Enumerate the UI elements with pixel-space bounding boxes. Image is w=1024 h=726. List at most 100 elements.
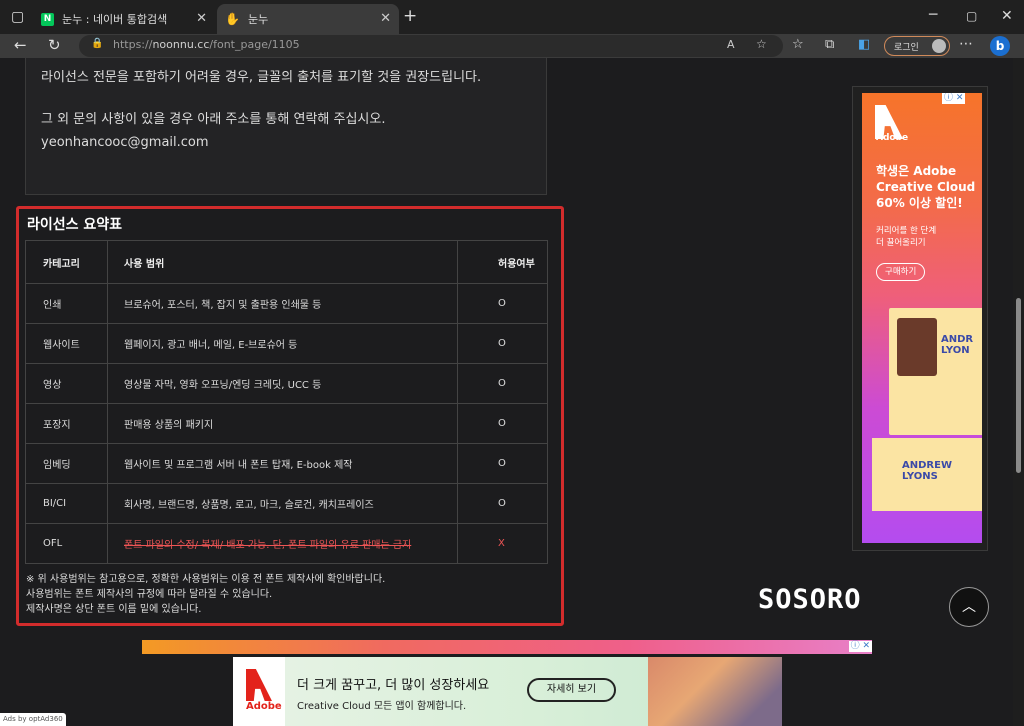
portrait-image — [897, 318, 937, 376]
row-allowed: O — [457, 443, 548, 484]
ad-brand: Adobe — [876, 133, 909, 143]
noonnu-favicon-icon: ✋ — [225, 12, 240, 26]
note-line: 제작사명은 상단 폰트 이름 밑에 있습니다. — [26, 604, 202, 615]
tab-title: 눈누 : 네이버 통합검색 — [62, 13, 168, 26]
row-scope: 회사명, 브랜드명, 상품명, 로고, 마크, 슬로건, 캐치프레이즈 — [107, 483, 458, 524]
row-category: 영상 — [25, 363, 108, 404]
ad-choices-icon[interactable]: ⓘ ✕ — [848, 641, 872, 652]
scroll-to-top-button[interactable]: ︿ — [949, 587, 989, 627]
table-row: 인쇄 브로슈어, 포스터, 책, 잡지 및 출판용 인쇄물 등 O — [25, 283, 548, 324]
row-scope-cell: 폰트 파일의 수정/ 복제/ 배포 가능. 단, 폰트 파일의 유료 판매는 금… — [107, 523, 458, 564]
ad-sub-line: 더 끌어올리기 — [876, 238, 926, 248]
favorite-icon[interactable]: ☆ — [756, 37, 767, 51]
row-allowed: O — [457, 283, 548, 324]
navigation-toolbar: ← ↻ 🔒 https://noonnu.cc/font_page/1105 A… — [0, 34, 1024, 58]
copilot-icon[interactable]: b — [990, 36, 1010, 56]
scrollbar-thumb[interactable] — [1016, 298, 1021, 473]
ad-brand: Adobe — [246, 701, 282, 712]
row-scope: 판매용 상품의 패키지 — [107, 403, 458, 444]
tab-naver[interactable]: N 눈누 : 네이버 통합검색 ✕ — [33, 4, 215, 34]
tab-bar: ▢ N 눈누 : 네이버 통합검색 ✕ ✋ 눈누 ✕ + ─ ▢ ✕ — [0, 0, 1024, 34]
ad-banner-strip[interactable]: ⓘ ✕ — [142, 640, 872, 654]
bottom-ad[interactable]: Adobe 더 크게 꿈꾸고, 더 많이 성장하세요 Creative Clou… — [233, 657, 782, 726]
ad-photo — [648, 657, 782, 726]
license-table: 카테고리 사용 범위 허용여부 인쇄 브로슈어, 포스터, 책, 잡지 및 출판… — [25, 240, 548, 564]
row-scope: 웹사이트 및 프로그램 서버 내 폰트 탑재, E-book 제작 — [107, 443, 458, 484]
page-scrollbar[interactable] — [1013, 58, 1024, 726]
ad-headline-line: 학생은 Adobe — [876, 164, 957, 178]
new-tab-icon[interactable]: + — [403, 6, 417, 26]
tab-title: 눈누 — [247, 13, 269, 26]
resume-card-image-2: ANDREW LYONS — [872, 438, 982, 511]
tab-actions-icon[interactable]: ▢ — [11, 7, 24, 27]
ad-buy-button[interactable]: 구매하기 — [876, 263, 926, 281]
row-category: OFL — [25, 523, 108, 564]
table-row-ofl: OFL 폰트 파일의 수정/ 복제/ 배포 가능. 단, 폰트 파일의 유료 판… — [25, 523, 548, 564]
row-category: 인쇄 — [25, 283, 108, 324]
resume-name: ANDR LYON — [941, 334, 974, 356]
sosoro-logo: SOSORO — [758, 584, 862, 615]
row-category: BI/CI — [25, 483, 108, 524]
extension-icon[interactable]: ◧ — [858, 35, 870, 55]
favorites-icon[interactable]: ☆ — [792, 35, 804, 55]
maximize-icon[interactable]: ▢ — [966, 6, 977, 26]
collections-icon[interactable]: ⧉ — [825, 35, 834, 55]
ad-subtext: 커리어를 한 단계 더 끌어올리기 — [876, 225, 936, 249]
row-allowed: X — [457, 523, 548, 564]
row-category: 웹사이트 — [25, 323, 108, 364]
refresh-icon[interactable]: ↻ — [48, 35, 61, 55]
contact-text: 그 외 문의 사항이 있을 경우 아래 주소를 통해 연락해 주십시오. — [41, 112, 386, 127]
contact-email[interactable]: yeonhancooc@gmail.com — [41, 131, 531, 154]
address-bar[interactable]: 🔒 https://noonnu.cc/font_page/1105 A ☆ — [79, 35, 783, 57]
ad-detail-button[interactable]: 자세히 보기 — [527, 678, 616, 702]
chevron-up-icon: ︿ — [962, 599, 976, 615]
url-path: /font_page/1105 — [209, 38, 300, 51]
ad-sub-line: 커리어를 한 단계 — [876, 226, 937, 236]
note-line: ※ 위 사용범위는 참고용으로, 정확한 사용범위는 이용 전 폰트 제작사에 … — [26, 574, 386, 585]
header-category: 카테고리 — [25, 240, 108, 284]
close-window-icon[interactable]: ✕ — [1001, 6, 1013, 26]
adobe-logo-icon — [246, 669, 272, 701]
note-line: 사용범위는 폰트 제작사의 규정에 따라 달라질 수 있습니다. — [26, 589, 273, 600]
read-aloud-icon[interactable]: A — [727, 38, 735, 51]
profile-label: 로그인 — [894, 43, 919, 53]
ad-headline: 더 크게 꿈꾸고, 더 많이 성장하세요 — [297, 678, 490, 693]
row-scope: 폰트 파일의 수정/ 복제/ 배포 가능. 단, 폰트 파일의 유료 판매는 금… — [124, 540, 412, 551]
side-ad[interactable]: ⓘ ✕ Adobe 학생은 Adobe Creative Cloud 60% 이… — [852, 86, 988, 551]
row-allowed: O — [457, 363, 548, 404]
table-row: 포장지 판매용 상품의 패키지 O — [25, 403, 548, 444]
bottom-ad-logo-panel: Adobe — [233, 657, 285, 726]
license-text: 라이선스 전문을 포함하기 어려울 경우, 글꼴의 출처를 표기할 것을 권장드… — [41, 70, 482, 85]
row-category: 포장지 — [25, 403, 108, 444]
usage-notes: ※ 위 사용범위는 참고용으로, 정확한 사용범위는 이용 전 폰트 제작사에 … — [26, 572, 385, 617]
license-info-box: 라이선스 전문을 포함하기 어려울 경우, 글꼴의 출처를 표기할 것을 권장드… — [25, 58, 547, 195]
ad-choices-icon[interactable]: ⓘ ✕ — [942, 93, 966, 104]
row-allowed: O — [457, 403, 548, 444]
url-scheme: https:// — [113, 38, 153, 51]
close-tab-icon[interactable]: ✕ — [196, 11, 207, 26]
table-row: BI/CI 회사명, 브랜드명, 상품명, 로고, 마크, 슬로건, 캐치프레이… — [25, 483, 548, 524]
license-summary-highlight: 라이선스 요약표 카테고리 사용 범위 허용여부 인쇄 브로슈어, 포스터, 책… — [16, 206, 564, 626]
tab-noonnu[interactable]: ✋ 눈누 ✕ — [217, 4, 399, 34]
ad-headline: 학생은 Adobe Creative Cloud 60% 이상 할인! — [876, 163, 975, 211]
row-allowed: O — [457, 483, 548, 524]
resume-name: ANDREW LYONS — [902, 460, 952, 482]
side-ad-creative[interactable]: ⓘ ✕ Adobe 학생은 Adobe Creative Cloud 60% 이… — [862, 93, 982, 543]
minimize-icon[interactable]: ─ — [929, 5, 937, 25]
back-icon[interactable]: ← — [14, 35, 27, 55]
header-scope: 사용 범위 — [107, 240, 458, 284]
profile-button[interactable]: 로그인 — [884, 36, 950, 56]
table-row: 임베딩 웹사이트 및 프로그램 서버 내 폰트 탑재, E-book 제작 O — [25, 443, 548, 484]
ad-headline-line: 60% 이상 할인! — [876, 196, 963, 210]
close-tab-icon[interactable]: ✕ — [380, 11, 391, 26]
table-header-row: 카테고리 사용 범위 허용여부 — [25, 240, 548, 284]
naver-favicon-icon: N — [41, 12, 54, 26]
header-allowed: 허용여부 — [457, 240, 548, 284]
avatar — [932, 39, 946, 53]
row-scope: 영상물 자막, 영화 오프닝/엔딩 크레딧, UCC 등 — [107, 363, 458, 404]
ad-headline-line: Creative Cloud — [876, 180, 976, 194]
more-menu-icon[interactable]: ⋯ — [959, 34, 973, 54]
ads-by-label[interactable]: Ads by optAd360 — [0, 713, 66, 726]
table-row: 영상 영상물 자막, 영화 오프닝/엔딩 크레딧, UCC 등 O — [25, 363, 548, 404]
browser-window: ▢ N 눈누 : 네이버 통합검색 ✕ ✋ 눈누 ✕ + ─ ▢ ✕ ← ↻ 🔒… — [0, 0, 1024, 726]
